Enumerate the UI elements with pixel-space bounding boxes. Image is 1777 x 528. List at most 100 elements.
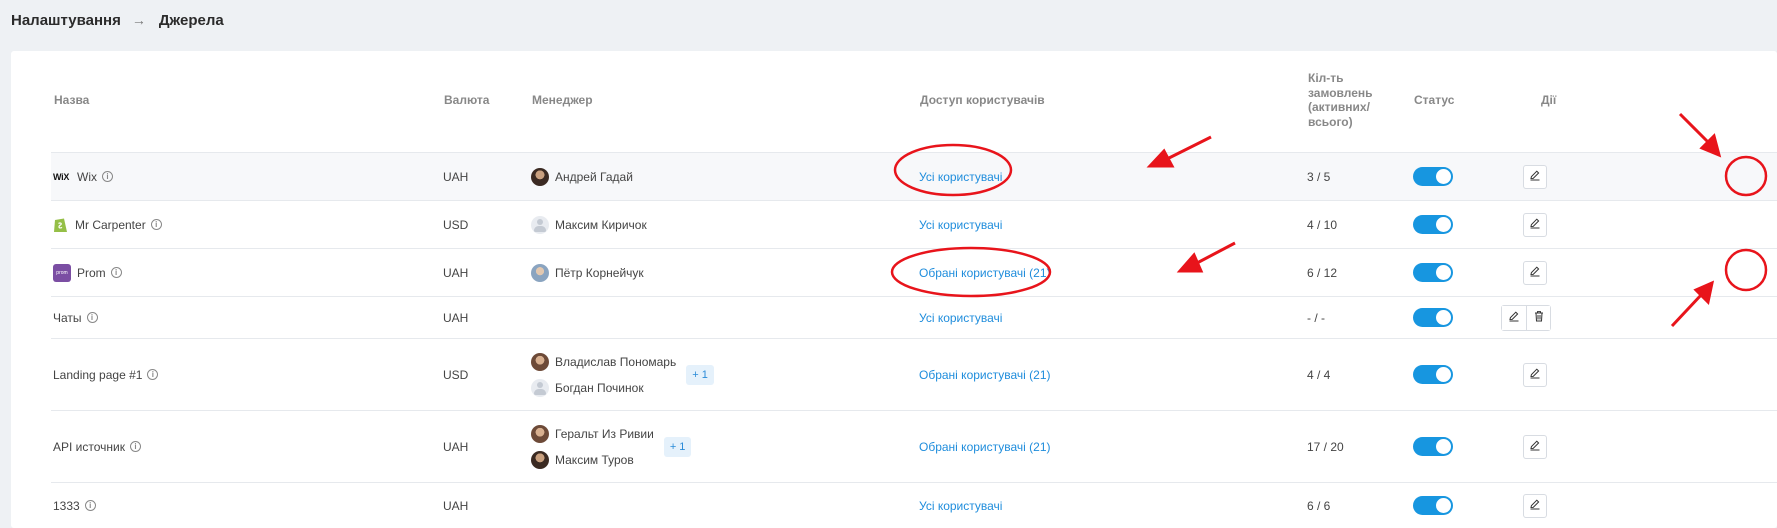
manager-list: Максим Киричок: [531, 215, 647, 234]
orders-cell: 3 / 5: [1307, 169, 1331, 184]
status-toggle[interactable]: [1413, 308, 1453, 327]
edit-button[interactable]: [1523, 493, 1547, 518]
delete-button[interactable]: [1526, 305, 1550, 330]
access-link[interactable]: Усі користувачі: [919, 311, 1002, 325]
source-name[interactable]: API источник: [53, 440, 125, 454]
edit-button[interactable]: [1502, 305, 1526, 330]
table-row: Чаты i UAH Усі користувачі - / -: [51, 296, 1777, 338]
source-name-cell: WiX Wix i: [53, 153, 114, 200]
source-name[interactable]: Чаты: [53, 311, 82, 325]
status-toggle[interactable]: [1413, 437, 1453, 456]
currency-cell: UAH: [443, 310, 469, 325]
actions-cell: [1523, 201, 1547, 248]
manager-name: Пётр Корнейчук: [555, 265, 644, 280]
orders-cell: 4 / 10: [1307, 217, 1338, 232]
currency-cell: UAH: [443, 265, 469, 280]
manager-list: Пётр Корнейчук: [531, 263, 644, 282]
status-cell: [1413, 201, 1453, 248]
status-cell: [1413, 297, 1453, 338]
access-link[interactable]: Усі користувачі: [919, 170, 1002, 184]
currency-cell: UAH: [443, 169, 469, 184]
source-name[interactable]: 1333: [53, 499, 80, 513]
breadcrumb-current: Джерела: [158, 11, 224, 29]
breadcrumb: Налаштування → Джерела: [11, 10, 224, 30]
edit-button[interactable]: [1523, 362, 1547, 387]
currency-cell: USD: [443, 217, 469, 232]
table-row: 1333 i UAH Усі користувачі 6 / 6: [51, 482, 1777, 528]
status-toggle[interactable]: [1413, 496, 1453, 515]
info-icon[interactable]: i: [86, 312, 98, 323]
trash-icon: [1533, 310, 1545, 325]
currency-cell: USD: [443, 367, 469, 382]
table-row: Mr Carpenter i USD Максим Киричок Усі кор…: [51, 200, 1777, 248]
actions-cell: [1523, 411, 1547, 482]
pencil-icon: [1529, 498, 1541, 513]
manager-cell: Геральт Из Ривии Максим Туров + 1: [531, 411, 692, 482]
status-cell: [1413, 411, 1453, 482]
info-icon[interactable]: i: [150, 219, 162, 230]
access-link[interactable]: Обрані користувачі (21): [919, 266, 1051, 280]
edit-button[interactable]: [1523, 212, 1547, 237]
breadcrumb-parent[interactable]: Налаштування: [11, 12, 121, 29]
sources-card: Назва Валюта Менеджер Доступ користувачі…: [11, 51, 1777, 528]
edit-button[interactable]: [1523, 260, 1547, 285]
manager-name: Владислав Пономарь: [555, 354, 677, 369]
avatar: [531, 352, 549, 371]
status-cell: [1413, 483, 1453, 528]
edit-button[interactable]: [1523, 164, 1547, 189]
status-toggle[interactable]: [1413, 365, 1453, 384]
manager-item: Богдан Починок: [531, 378, 676, 397]
source-name[interactable]: Wix: [77, 170, 97, 184]
header-name: Назва: [54, 93, 90, 107]
actions-cell: [1523, 483, 1547, 528]
actions-cell: [1501, 297, 1551, 338]
source-name-cell: Mr Carpenter i: [53, 201, 162, 248]
extra-managers-badge[interactable]: + 1: [686, 364, 714, 385]
manager-cell: Пётр Корнейчук: [531, 249, 644, 296]
header-orders: Кіл-ть замовлень (активних/ всього): [1308, 71, 1373, 129]
orders-cell: 17 / 20: [1307, 439, 1344, 454]
status-toggle[interactable]: [1413, 215, 1453, 234]
info-icon[interactable]: i: [102, 171, 114, 182]
source-name-cell: API источник i: [53, 411, 141, 482]
avatar: [531, 424, 549, 443]
source-name-cell: Landing page #1 i: [53, 339, 159, 410]
prom-logo-icon: prom: [53, 263, 71, 282]
manager-item: Максим Туров: [531, 450, 654, 469]
info-icon[interactable]: i: [147, 369, 159, 380]
access-link[interactable]: Обрані користувачі (21): [919, 440, 1051, 454]
actions-cell: [1523, 249, 1547, 296]
header-status: Статус: [1414, 93, 1455, 107]
extra-managers-badge[interactable]: + 1: [663, 436, 692, 457]
access-cell: Усі користувачі: [919, 297, 1002, 338]
orders-cell: 4 / 4: [1307, 367, 1331, 382]
pencil-icon: [1529, 217, 1541, 232]
info-icon[interactable]: i: [110, 267, 122, 278]
header-currency: Валюта: [444, 93, 490, 107]
breadcrumb-separator-icon: →: [131, 12, 146, 28]
avatar: [531, 167, 549, 186]
source-name[interactable]: Mr Carpenter: [75, 218, 146, 232]
manager-name: Максим Туров: [555, 452, 634, 467]
status-toggle[interactable]: [1413, 263, 1453, 282]
avatar: [531, 450, 549, 469]
wix-logo-icon: WiX: [53, 171, 70, 182]
avatar: [531, 215, 549, 234]
status-toggle[interactable]: [1413, 167, 1453, 186]
info-icon[interactable]: i: [129, 441, 141, 452]
edit-button[interactable]: [1523, 434, 1547, 459]
manager-name: Андрей Гадай: [555, 169, 633, 184]
toggle-knob: [1436, 265, 1451, 280]
header-actions: Дії: [1541, 93, 1557, 107]
info-icon[interactable]: i: [84, 500, 96, 511]
source-name[interactable]: Landing page #1: [53, 368, 142, 382]
avatar: [531, 378, 549, 397]
header-manager: Менеджер: [532, 93, 593, 107]
access-link[interactable]: Усі користувачі: [919, 218, 1002, 232]
pencil-icon: [1529, 265, 1541, 280]
source-name[interactable]: Prom: [77, 266, 106, 280]
table-row: WiX Wix i UAH Андрей Гадай Усі користувачі…: [51, 152, 1777, 200]
access-link[interactable]: Обрані користувачі (21): [919, 368, 1051, 382]
actions-cell: [1523, 153, 1547, 200]
access-link[interactable]: Усі користувачі: [919, 499, 1002, 513]
